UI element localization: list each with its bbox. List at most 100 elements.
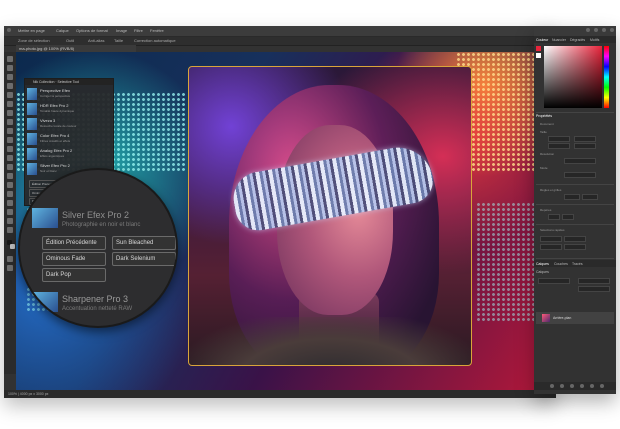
preset-dark-selenium-button[interactable]: Dark Selenium	[112, 252, 176, 266]
search-icon[interactable]	[594, 28, 598, 32]
property-label: Document	[540, 122, 554, 126]
effect-item[interactable]: Analog Efex Pro 2 Effets argentiques	[27, 147, 111, 161]
quick-select-tool-icon[interactable]	[7, 83, 13, 89]
quick-action-button[interactable]	[540, 244, 562, 250]
home-icon[interactable]	[586, 28, 590, 32]
foreground-swatch[interactable]	[536, 46, 541, 51]
path-select-tool-icon[interactable]	[7, 200, 13, 206]
effect-thumbnail	[32, 292, 58, 312]
menu-item[interactable]: Calque	[56, 28, 69, 33]
zoom-tool-icon[interactable]	[7, 227, 13, 233]
option-label[interactable]: Anti-alias	[88, 38, 104, 43]
background-swatch[interactable]	[536, 53, 541, 58]
share-icon[interactable]	[610, 28, 614, 32]
stamp-tool-icon[interactable]	[7, 128, 13, 134]
effect-description: Tonalité haute dynamique	[40, 109, 75, 113]
workspace-icon[interactable]	[602, 28, 606, 32]
preset-previous-edit-button[interactable]: Édition Précédente	[42, 236, 106, 250]
move-tool-icon[interactable]	[7, 56, 13, 62]
healing-tool-icon[interactable]	[7, 110, 13, 116]
dodge-tool-icon[interactable]	[7, 173, 13, 179]
menu-item[interactable]: Image	[116, 28, 127, 33]
divider	[536, 112, 614, 113]
brush-tool-icon[interactable]	[7, 119, 13, 125]
type-tool-icon[interactable]	[7, 191, 13, 197]
history-brush-icon[interactable]	[7, 137, 13, 143]
option-label[interactable]: Zone de sélection	[18, 38, 50, 43]
menu-item[interactable]: Filtre	[134, 28, 143, 33]
guide-toggle[interactable]	[548, 214, 560, 220]
lasso-tool-icon[interactable]	[7, 74, 13, 80]
effect-item[interactable]: Viveza 3 Retouche locale de couleur	[27, 117, 111, 131]
background-color-icon[interactable]	[10, 244, 15, 249]
y-field[interactable]	[574, 143, 596, 149]
tab-color[interactable]: Couleur	[536, 38, 548, 42]
selected-image[interactable]	[188, 66, 472, 366]
option-label[interactable]: Outil	[66, 38, 74, 43]
resolution-field[interactable]	[564, 158, 596, 164]
trash-icon[interactable]	[600, 384, 604, 388]
option-label[interactable]: Correction automatique	[134, 38, 176, 43]
pen-tool-icon[interactable]	[7, 182, 13, 188]
effect-description: Corriger la perspective	[40, 94, 71, 98]
grid-color-field[interactable]	[564, 194, 580, 200]
menu-item[interactable]: Mettre en page	[18, 28, 45, 33]
quick-action-button[interactable]	[540, 236, 562, 242]
tab-paths[interactable]: Tracés	[572, 262, 583, 266]
mode-select[interactable]	[564, 172, 596, 178]
guide-toggle[interactable]	[562, 214, 574, 220]
magnifier-zoom: Silver Efex Pro 2 Photographie en noir e…	[18, 168, 178, 328]
eyedropper-tool-icon[interactable]	[7, 101, 13, 107]
menu-item[interactable]: Options de format	[76, 28, 108, 33]
blur-tool-icon[interactable]	[7, 164, 13, 170]
effect-name: Color Efex Pro 4	[40, 133, 70, 138]
effect-description: Filtres créatifs et effets	[40, 139, 71, 143]
crop-tool-icon[interactable]	[7, 92, 13, 98]
window-close-icon[interactable]	[7, 28, 11, 32]
option-label[interactable]: Taille	[114, 38, 123, 43]
layers-section-title: Calques	[536, 270, 549, 274]
fill-field[interactable]	[578, 286, 610, 292]
blend-mode-select[interactable]	[538, 278, 570, 284]
preset-sun-bleached-button[interactable]: Sun Bleached	[112, 236, 176, 250]
layer-style-icon[interactable]	[560, 384, 564, 388]
hand-tool-icon[interactable]	[7, 218, 13, 224]
x-field[interactable]	[548, 143, 570, 149]
eraser-tool-icon[interactable]	[7, 146, 13, 152]
effect-item[interactable]: Perspective Efex Corriger la perspective	[27, 87, 111, 101]
quick-action-button[interactable]	[564, 236, 586, 242]
layer-row[interactable]: Arrière-plan	[536, 312, 614, 324]
width-field[interactable]	[548, 136, 570, 142]
preset-ominous-fade-button[interactable]: Ominous Fade	[42, 252, 106, 266]
opacity-field[interactable]	[578, 278, 610, 284]
grid-style-field[interactable]	[582, 194, 598, 200]
tab-channels[interactable]: Couches	[554, 262, 568, 266]
add-mask-icon[interactable]	[570, 384, 574, 388]
preset-dark-pop-button[interactable]: Dark Pop	[42, 268, 106, 282]
link-layers-icon[interactable]	[550, 384, 554, 388]
screen-mode-icon[interactable]	[7, 265, 13, 271]
effect-item[interactable]: Color Efex Pro 4 Filtres créatifs et eff…	[27, 132, 111, 146]
tab-layers[interactable]: Calques	[536, 262, 549, 266]
hue-slider[interactable]	[604, 46, 609, 108]
effect-description: Effets argentiques	[40, 154, 65, 158]
tab-patterns[interactable]: Motifs	[590, 38, 599, 42]
color-picker-field[interactable]	[544, 46, 602, 108]
shape-tool-icon[interactable]	[7, 209, 13, 215]
height-field[interactable]	[574, 136, 596, 142]
new-layer-icon[interactable]	[590, 384, 594, 388]
quick-action-button[interactable]	[564, 244, 586, 250]
quick-mask-icon[interactable]	[7, 256, 13, 262]
color-panel-tabs: Couleur Nuancier Dégradés Motifs	[534, 36, 616, 43]
document-tab[interactable]: ma-photo.jpg @ 100% (RVB/8)	[16, 45, 136, 52]
neon-light-pattern	[476, 202, 536, 322]
menu-item[interactable]: Fenêtre	[150, 28, 164, 33]
tab-gradients[interactable]: Dégradés	[570, 38, 585, 42]
effect-thumbnail	[27, 148, 37, 160]
tab-swatches[interactable]: Nuancier	[552, 38, 566, 42]
effect-item[interactable]: HDR Efex Pro 2 Tonalité haute dynamique	[27, 102, 111, 116]
magnified-effect-subtitle: Accentuation netteté RAW	[62, 306, 133, 312]
gradient-tool-icon[interactable]	[7, 155, 13, 161]
marquee-tool-icon[interactable]	[7, 65, 13, 71]
adjustment-layer-icon[interactable]	[580, 384, 584, 388]
